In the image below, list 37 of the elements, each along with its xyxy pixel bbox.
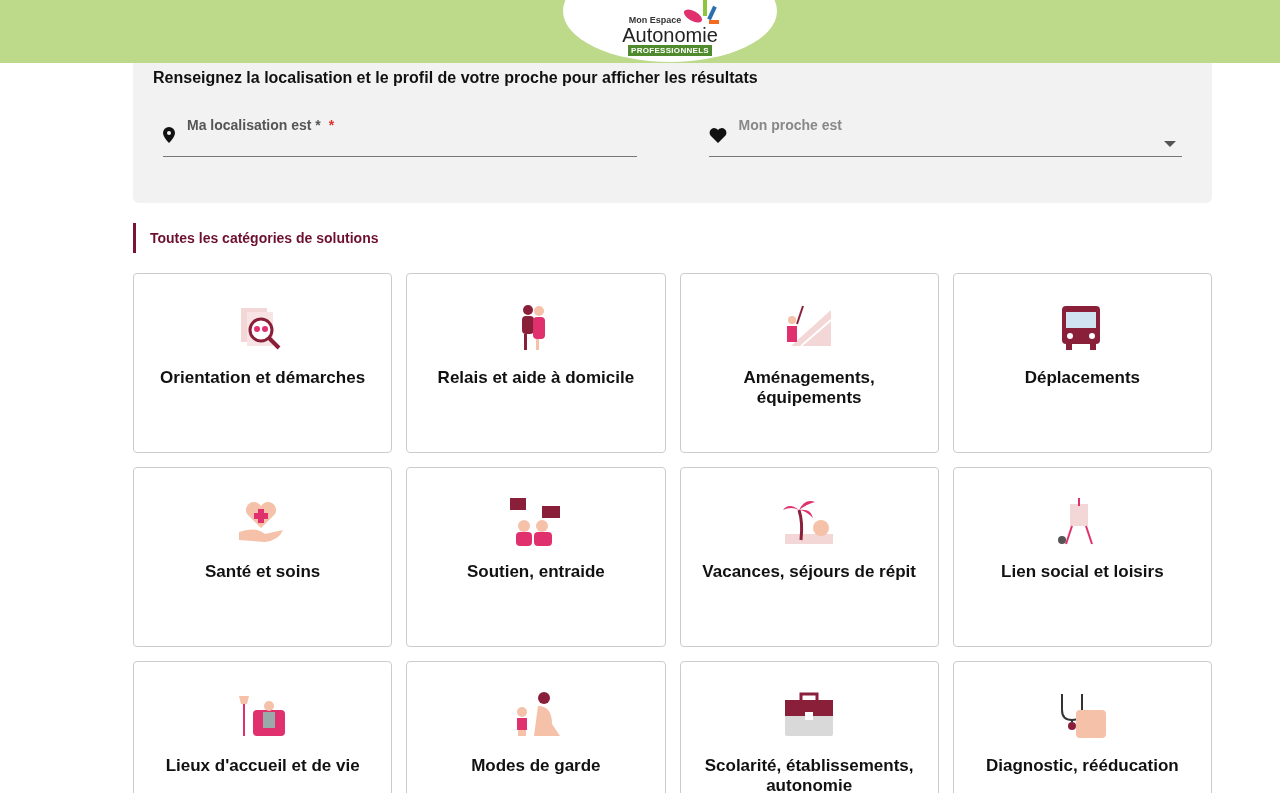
category-card[interactable]: Scolarité, établissements, autonomie [679,661,939,793]
category-card[interactable]: Modes de garde [406,661,666,793]
logo-subtitle: Mon Espace [628,15,682,25]
category-label: Orientation et démarches [159,368,367,388]
section-heading: Toutes les catégories de solutions [150,230,379,246]
category-card[interactable]: Orientation et démarches [133,273,393,453]
category-label: Vacances, séjours de répit [701,562,917,582]
category-label: Aménagements, équipements [742,368,876,408]
caret-icon [1164,141,1176,147]
category-label: Lieux d'accueil et de vie [164,756,361,776]
category-card[interactable]: Lieux d'accueil et de vie [133,661,393,793]
heart-icon [708,127,727,143]
location-field[interactable]: Ma localisation est * * [163,117,637,157]
category-card[interactable]: Lien social et loisirs [952,467,1212,647]
category-card[interactable]: Soutien, entraide [406,467,666,647]
category-label: Diagnostic, rééducation [985,756,1180,776]
logo-badge: PROFESSIONNELS [628,45,712,56]
location-placeholder: Ma localisation est * [187,117,321,133]
category-card[interactable]: Aménagements, équipements [679,273,939,453]
panel-title: Renseignez la localisation et le profil de votre proche pour afficher les résultats [153,69,759,87]
category-label: Scolarité, établissements, autonomie [703,756,915,793]
category-label: Lien social et loisirs [1000,562,1165,582]
category-card[interactable]: Santé et soins [133,467,393,647]
category-card[interactable]: Déplacements [952,273,1212,453]
relative-placeholder: Mon proche est [738,117,842,133]
category-label: Déplacements [1023,368,1141,388]
required-mark: * [328,117,335,133]
category-card[interactable]: Vacances, séjours de répit [679,467,939,647]
category-label: Soutien, entraide [465,562,606,582]
logo[interactable]: Mon Espace Autonomie PROFESSIONNELS [563,0,777,62]
category-card[interactable]: Relais et aide à domicile [406,273,666,453]
location-pin-icon [163,127,175,143]
logo-title: Autonomie [622,25,718,45]
category-card[interactable]: Diagnostic, rééducation [952,661,1212,793]
category-label: Modes de garde [470,756,602,776]
category-label: Santé et soins [204,562,322,582]
category-label: Relais et aide à domicile [436,368,636,388]
